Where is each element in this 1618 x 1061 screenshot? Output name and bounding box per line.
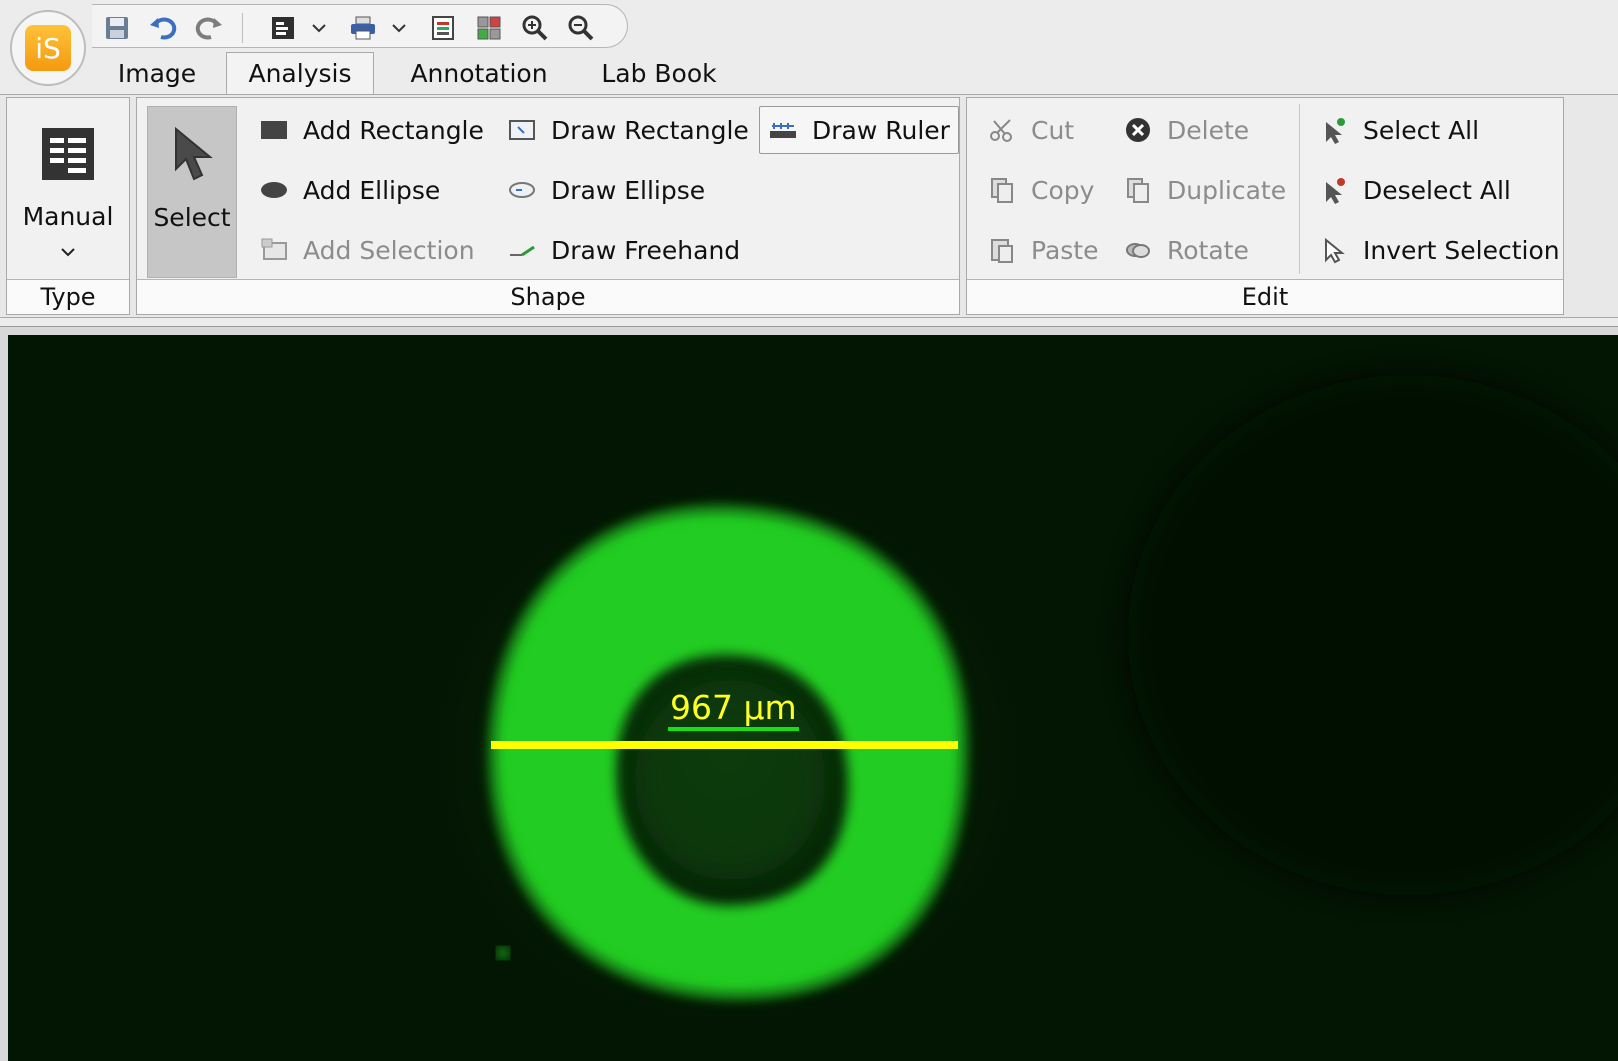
delete-button[interactable]: Delete (1123, 108, 1249, 152)
rotate-icon (1123, 235, 1153, 265)
edit-group: Cut Copy Paste Delete Duplicate Rotate S… (966, 97, 1564, 315)
edit-group-label: Edit (967, 279, 1563, 314)
image-viewer: 967 µm (0, 326, 1618, 1061)
select-label: Select (153, 203, 231, 232)
chevron-down-icon (61, 242, 75, 261)
freehand-icon (507, 235, 537, 265)
report-icon[interactable] (428, 13, 458, 43)
select-all-button[interactable]: Select All (1319, 108, 1479, 152)
type-group-label: Type (7, 279, 129, 314)
add-selection-button[interactable]: Add Selection (259, 228, 475, 272)
layout-icon[interactable] (268, 13, 298, 43)
select-all-label: Select All (1363, 115, 1480, 145)
app-logo-mark: iS (25, 25, 71, 71)
paste-icon (987, 235, 1017, 265)
undo-icon[interactable] (148, 13, 178, 43)
copy-icon (987, 175, 1017, 205)
invert-selection-icon (1319, 235, 1349, 265)
select-all-icon (1319, 115, 1349, 145)
save-icon[interactable] (102, 13, 132, 43)
invert-selection-button[interactable]: Invert Selection (1319, 228, 1560, 272)
shape-group: Select Add Rectangle Add Ellipse Add Sel… (136, 97, 960, 315)
deselect-all-button[interactable]: Deselect All (1319, 168, 1511, 212)
cut-label: Cut (1031, 115, 1075, 145)
draw-ruler-button[interactable]: Draw Ruler (759, 106, 959, 154)
type-group: Manual Type (6, 97, 130, 315)
copy-button[interactable]: Copy (987, 168, 1094, 212)
scissors-icon (987, 115, 1017, 145)
ruler-icon (768, 115, 798, 145)
paste-label: Paste (1031, 235, 1099, 265)
app-logo[interactable]: iS (10, 10, 86, 86)
print-icon[interactable] (348, 13, 378, 43)
chevron-down-icon[interactable] (384, 13, 414, 43)
delete-icon (1123, 115, 1153, 145)
add-ellipse-button[interactable]: Add Ellipse (259, 168, 440, 212)
rotate-label: Rotate (1167, 235, 1249, 265)
paste-button[interactable]: Paste (987, 228, 1098, 272)
ruler-measurement-label: 967 µm (668, 689, 799, 731)
ellipse-icon (259, 175, 289, 205)
draw-rectangle-icon (507, 115, 537, 145)
fluorescence-micrograph (8, 335, 1618, 1061)
duplicate-button[interactable]: Duplicate (1123, 168, 1286, 212)
draw-ruler-label: Draw Ruler (812, 115, 950, 145)
manual-button[interactable]: Manual (7, 106, 129, 278)
tab-lab-book[interactable]: Lab Book (586, 52, 732, 94)
ribbon: Manual Type Select Add Rectangle Add Ell… (0, 94, 1618, 318)
draw-ellipse-button[interactable]: Draw Ellipse (507, 168, 705, 212)
cut-button[interactable]: Cut (987, 108, 1074, 152)
draw-freehand-label: Draw Freehand (551, 235, 741, 265)
draw-rectangle-label: Draw Rectangle (551, 115, 749, 145)
duplicate-label: Duplicate (1167, 175, 1287, 205)
manual-label: Manual (22, 202, 114, 231)
delete-label: Delete (1167, 115, 1250, 145)
add-rectangle-button[interactable]: Add Rectangle (259, 108, 484, 152)
chevron-down-icon[interactable] (304, 13, 334, 43)
draw-ellipse-icon (507, 175, 537, 205)
duplicate-icon (1123, 175, 1153, 205)
rectangle-icon (259, 115, 289, 145)
redo-icon[interactable] (194, 13, 224, 43)
ruler-line[interactable] (491, 741, 958, 749)
add-selection-icon (259, 235, 289, 265)
tab-image[interactable]: Image (98, 52, 216, 94)
copy-label: Copy (1031, 175, 1095, 205)
deselect-all-icon (1319, 175, 1349, 205)
zoom-out-icon[interactable] (566, 13, 596, 43)
zoom-in-icon[interactable] (520, 13, 550, 43)
shape-group-label: Shape (137, 279, 959, 314)
add-selection-label: Add Selection (303, 235, 475, 265)
tab-analysis[interactable]: Analysis (226, 52, 374, 94)
add-ellipse-label: Add Ellipse (303, 175, 441, 205)
draw-freehand-button[interactable]: Draw Freehand (507, 228, 740, 272)
draw-rectangle-button[interactable]: Draw Rectangle (507, 108, 749, 152)
add-rectangle-label: Add Rectangle (303, 115, 484, 145)
deselect-all-label: Deselect All (1363, 175, 1511, 205)
invert-selection-label: Invert Selection (1363, 235, 1560, 265)
select-button[interactable]: Select (147, 106, 237, 278)
pointer-icon (172, 126, 216, 187)
tab-annotation[interactable]: Annotation (394, 52, 564, 94)
quick-access-toolbar (92, 4, 628, 48)
rotate-button[interactable]: Rotate (1123, 228, 1249, 272)
grid-icon[interactable] (474, 13, 504, 43)
manual-icon (40, 126, 96, 186)
fluorescence-image[interactable]: 967 µm (8, 335, 1618, 1061)
draw-ellipse-label: Draw Ellipse (551, 175, 706, 205)
